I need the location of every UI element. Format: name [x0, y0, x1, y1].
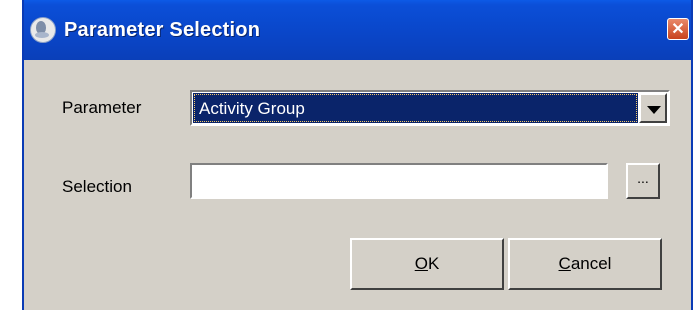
close-icon: ✕: [671, 21, 685, 38]
close-button[interactable]: ✕: [667, 18, 689, 40]
parameter-label: Parameter: [62, 98, 142, 117]
cancel-button[interactable]: Cancel: [508, 238, 662, 290]
title-bar[interactable]: Parameter Selection ✕: [24, 0, 691, 60]
selection-input[interactable]: [190, 163, 608, 199]
ok-label-rest: K: [427, 254, 440, 273]
cancel-mnemonic: C: [558, 254, 571, 273]
dialog-body: Parameter Activity Group Selection ... O…: [24, 60, 691, 310]
parameter-dropdown-selected[interactable]: Activity Group: [193, 93, 638, 123]
selection-label: Selection: [62, 177, 132, 196]
ok-button[interactable]: OK: [350, 238, 504, 290]
browse-button[interactable]: ...: [626, 163, 660, 199]
ok-mnemonic: O: [414, 254, 428, 273]
parameter-selection-dialog: Parameter Selection ✕ Parameter Activity…: [22, 0, 693, 310]
dropdown-arrow-button[interactable]: [639, 93, 667, 123]
parameter-value: Activity Group: [199, 99, 305, 118]
cancel-label-rest: ancel: [570, 254, 612, 273]
window-title: Parameter Selection: [64, 18, 261, 41]
app-icon: [30, 17, 56, 43]
parameter-dropdown[interactable]: Activity Group: [190, 90, 670, 126]
